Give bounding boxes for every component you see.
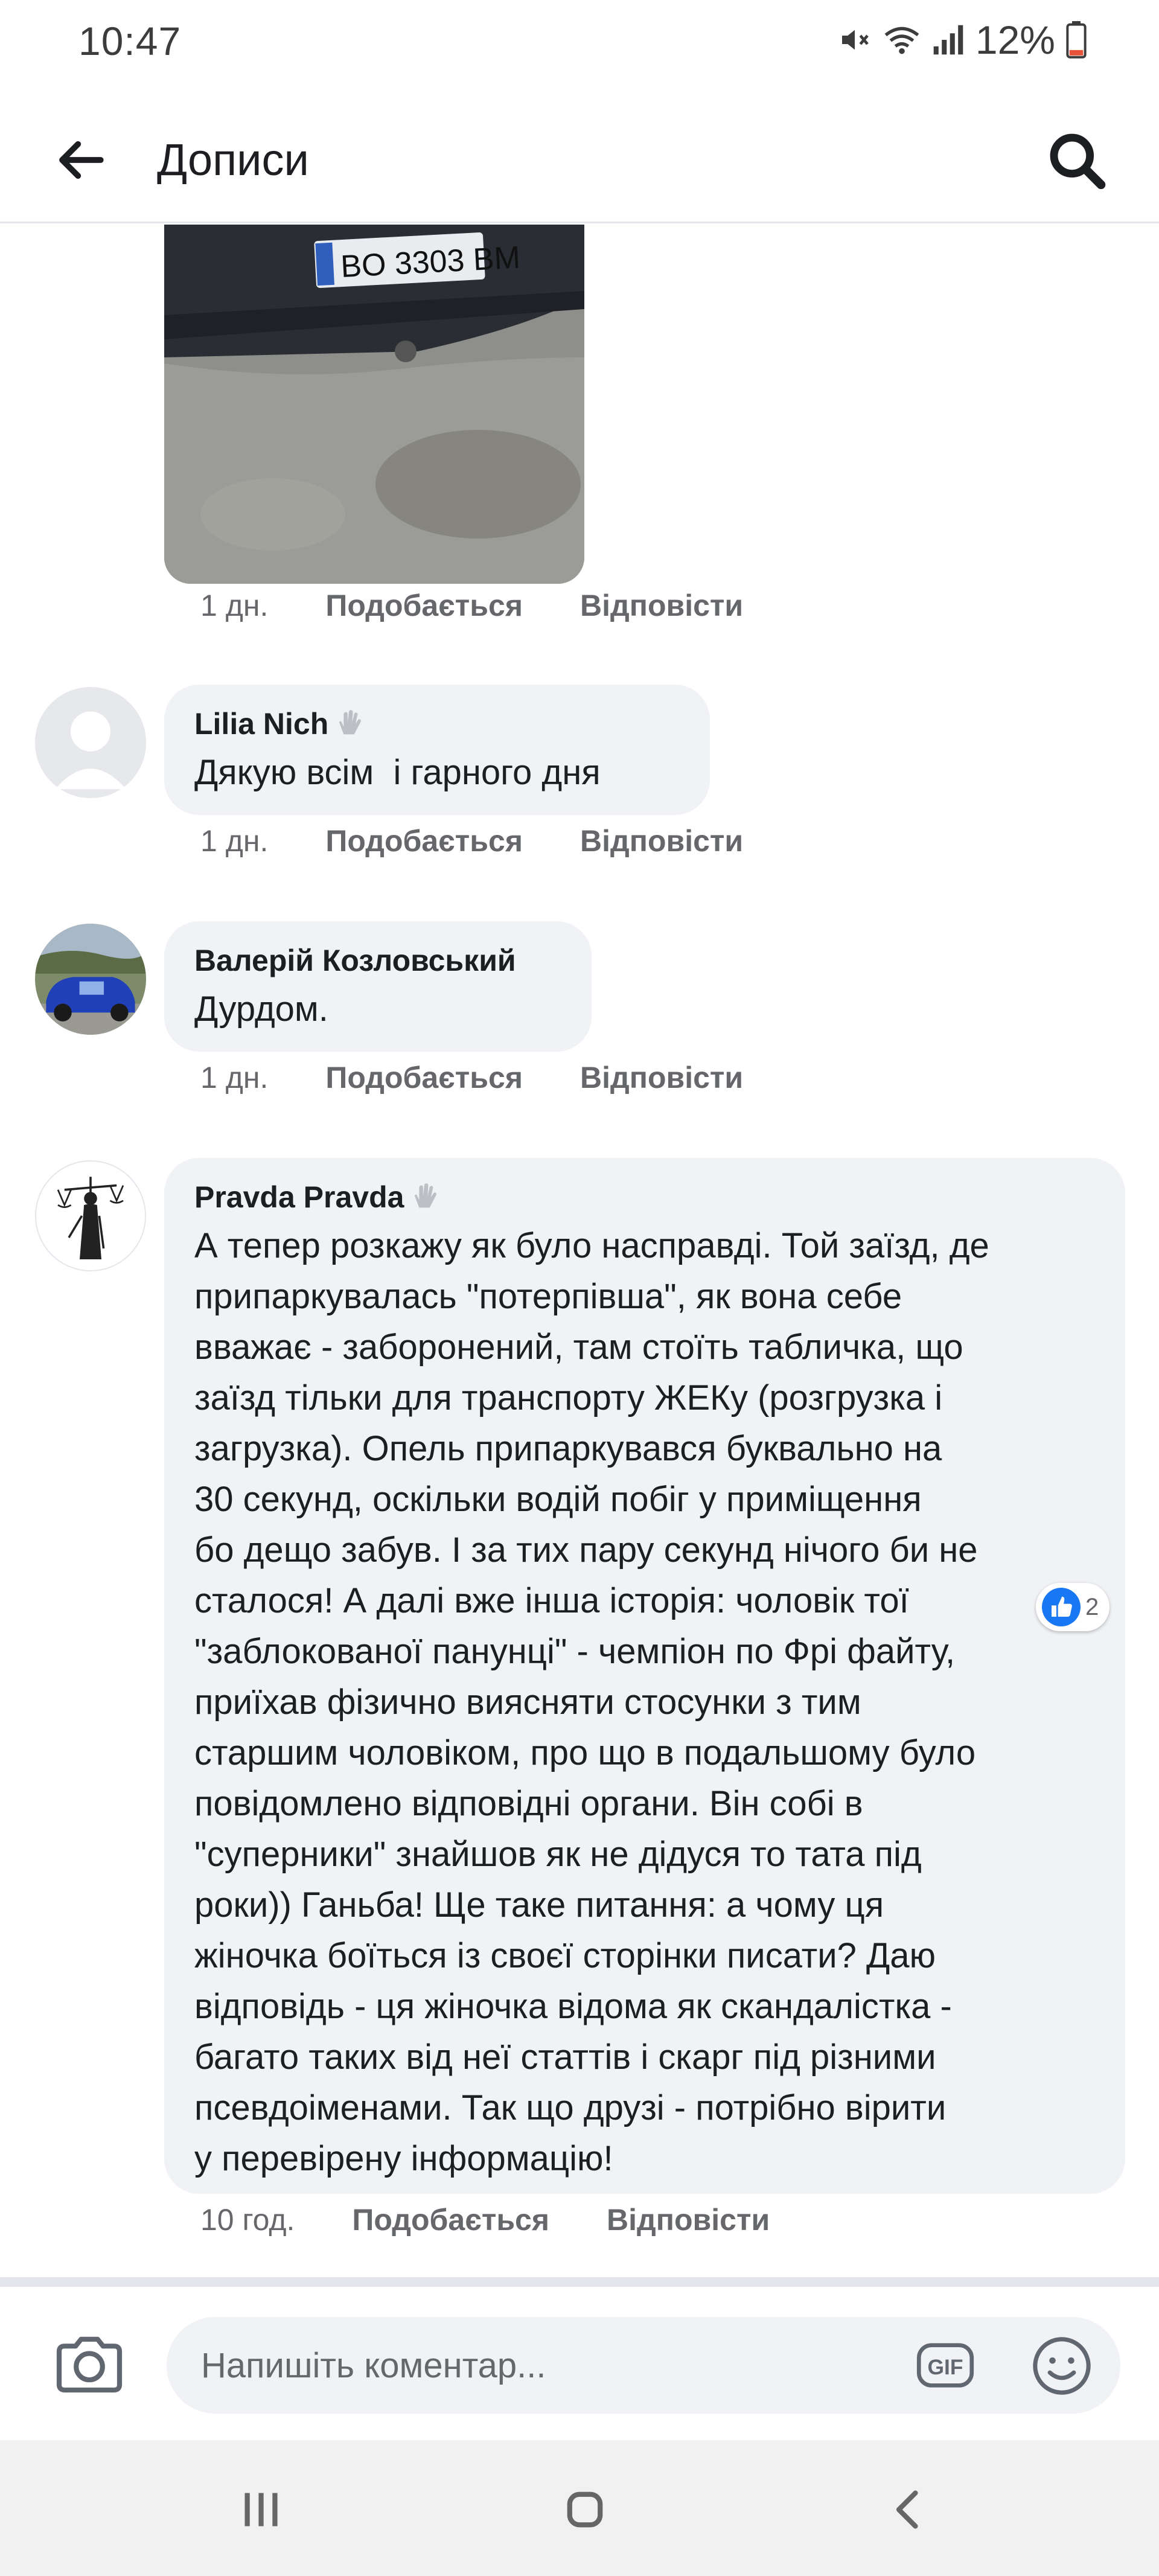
status-time: 10:47 [78, 19, 182, 63]
wave-icon [415, 1183, 437, 1208]
comments-list: BO 3303 BM 1 дн. Подобається Відповісти … [0, 225, 1159, 2277]
comment-author[interactable]: Lilia Nich [194, 706, 680, 741]
like-link[interactable]: Подобається [325, 588, 523, 623]
reply-link[interactable]: Відповісти [580, 823, 743, 858]
comment-meta: 1 дн. Подобається Відповісти [200, 1060, 800, 1095]
search-icon[interactable] [1044, 128, 1111, 194]
comment-time: 1 дн. [200, 1061, 269, 1095]
arrow-left-icon[interactable] [53, 133, 107, 187]
reaction-badge[interactable]: 2 [1036, 1583, 1110, 1631]
status-icons: 12% [838, 17, 1087, 63]
comment-author[interactable]: Валерій Козловський [194, 943, 561, 978]
reaction-count: 2 [1085, 1593, 1099, 1620]
signal-icon [933, 25, 963, 55]
comment-text: Дурдом. [194, 989, 328, 1029]
comment-author[interactable]: Pravda Pravda [194, 1180, 1095, 1215]
comment-bubble: Валерій Козловський Дурдом. [164, 921, 592, 1052]
system-nav-bar [0, 2440, 1159, 2576]
gif-label: GIF [927, 2355, 963, 2379]
avatar[interactable] [35, 1160, 146, 1271]
comment-composer: GIF [0, 2277, 1159, 2440]
recent-apps-icon[interactable] [228, 2476, 295, 2543]
like-icon [1042, 1588, 1081, 1626]
comment-bubble: Lilia Nich Дякую всім і гарного дня [164, 685, 710, 815]
comment-text: А тепер розкажу як було насправді. Той з… [194, 1226, 989, 2178]
like-link[interactable]: Подобається [352, 2202, 549, 2237]
like-link[interactable]: Подобається [325, 823, 523, 858]
gif-button[interactable]: GIF [915, 2335, 975, 2395]
comment-meta: 10 год. Подобається Відповісти [200, 2202, 827, 2237]
page-title: Дописи [157, 135, 309, 185]
back-icon[interactable] [875, 2476, 942, 2543]
like-link[interactable]: Подобається [325, 1060, 523, 1095]
reply-link[interactable]: Відповісти [580, 588, 743, 623]
photo-meta: 1 дн. Подобається Відповісти [200, 588, 800, 623]
status-bar: 10:47 12% [0, 0, 1159, 85]
avatar[interactable] [35, 924, 146, 1035]
emoji-icon[interactable] [1030, 2334, 1094, 2398]
camera-icon[interactable] [53, 2335, 126, 2395]
battery-percent: 12% [975, 18, 1055, 62]
avatar[interactable] [35, 687, 146, 798]
home-icon[interactable] [552, 2476, 618, 2543]
mute-icon [841, 30, 869, 50]
wave-icon [339, 710, 362, 735]
comment-bubble: Pravda Pravda А тепер розкажу як було на… [164, 1158, 1125, 2194]
comment-text: Дякую всім і гарного дня [194, 753, 601, 792]
app-header: Дописи [0, 109, 1159, 223]
comment-input[interactable] [200, 2317, 894, 2414]
comment-input-box[interactable]: GIF [167, 2317, 1120, 2414]
comment-meta: 1 дн. Подобається Відповісти [200, 823, 800, 858]
reply-link[interactable]: Відповісти [607, 2202, 770, 2237]
comment-photo[interactable]: BO 3303 BM [164, 225, 584, 584]
comment-time: 1 дн. [200, 589, 269, 622]
wifi-icon [884, 27, 919, 54]
comment-time: 1 дн. [200, 824, 269, 858]
reply-link[interactable]: Відповісти [580, 1060, 743, 1095]
battery-icon [1066, 21, 1087, 59]
comment-time: 10 год. [200, 2203, 295, 2237]
